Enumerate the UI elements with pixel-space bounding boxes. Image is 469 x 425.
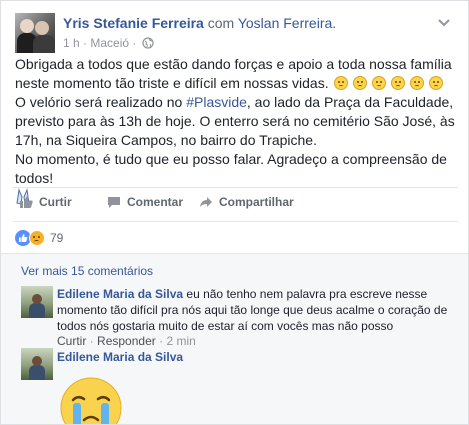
post-card: Yris Stefanie Ferreira com Yoslan Ferrei… [0, 0, 469, 425]
share-label: Compartilhar [219, 195, 294, 209]
action-bar-divider-bottom [13, 221, 458, 222]
like-label: Curtir [39, 195, 72, 209]
chevron-down-icon[interactable] [436, 16, 452, 28]
comment-body: Edilene Maria da Silva eu não tenho nem … [57, 286, 461, 334]
sad-face-emoji [409, 76, 424, 90]
sad-face-emoji [428, 76, 443, 90]
sad-face-emoji [371, 76, 386, 90]
meta-separator: · [132, 36, 137, 50]
comment-bubble-icon [107, 195, 121, 209]
comment-reply-link[interactable]: Responder [97, 334, 156, 348]
crying-face-sticker [57, 374, 125, 424]
reactions-summary[interactable]: 79 [15, 230, 63, 246]
post-paragraph-2: O velório será realizado no #Plasvide, a… [15, 94, 455, 148]
commenter-name-link[interactable]: Edilene Maria da Silva [57, 350, 183, 364]
comment-button[interactable]: Comentar [107, 195, 183, 209]
author-avatar[interactable] [15, 13, 55, 53]
comment-timestamp[interactable]: 2 min [166, 334, 195, 348]
commenter-avatar[interactable] [21, 348, 53, 380]
meta-separator: · [83, 36, 88, 50]
post-paragraph-3: No momento, é tudo que eu posso falar. A… [15, 151, 447, 186]
commenter-avatar[interactable] [21, 286, 53, 318]
sad-face-emoji [333, 76, 348, 90]
reaction-count: 79 [50, 231, 64, 245]
like-button[interactable]: Curtir [19, 195, 72, 209]
post-timestamp[interactable]: 1 h [63, 36, 80, 50]
post-location[interactable]: Maceió [90, 36, 129, 50]
comment-like-link[interactable]: Curtir [57, 334, 86, 348]
action-bar-divider-top [13, 187, 458, 188]
comment-actions-separator: · [159, 334, 164, 348]
comments-section: Ver mais 15 comentários Edilene Maria da… [1, 253, 468, 424]
post-meta: 1 h · Maceió · [63, 36, 154, 52]
share-arrow-icon [199, 195, 213, 209]
post-header: Yris Stefanie Ferreira com Yoslan Ferrei… [63, 15, 336, 31]
sad-reaction-icon [29, 230, 45, 246]
thumbs-up-icon [19, 195, 33, 209]
sad-face-emoji [390, 76, 405, 90]
comment-label: Comentar [127, 195, 184, 209]
comment-actions: Curtir · Responder · 2 min [57, 334, 196, 348]
tagged-user-link[interactable]: Yoslan Ferreira. [238, 15, 336, 31]
with-word: com [207, 15, 235, 31]
sad-face-emoji [352, 76, 367, 90]
hashtag-link[interactable]: #Plasvide [186, 94, 247, 110]
globe-icon [142, 37, 154, 52]
view-more-comments-link[interactable]: Ver mais 15 comentários [21, 264, 153, 278]
share-button[interactable]: Compartilhar [199, 195, 294, 209]
author-name-link[interactable]: Yris Stefanie Ferreira [63, 15, 204, 31]
post-paragraph-1: Obrigada a todos que estão dando forças … [15, 56, 452, 91]
commenter-name-link[interactable]: Edilene Maria da Silva [57, 287, 183, 301]
comment-actions-separator: · [89, 334, 94, 348]
